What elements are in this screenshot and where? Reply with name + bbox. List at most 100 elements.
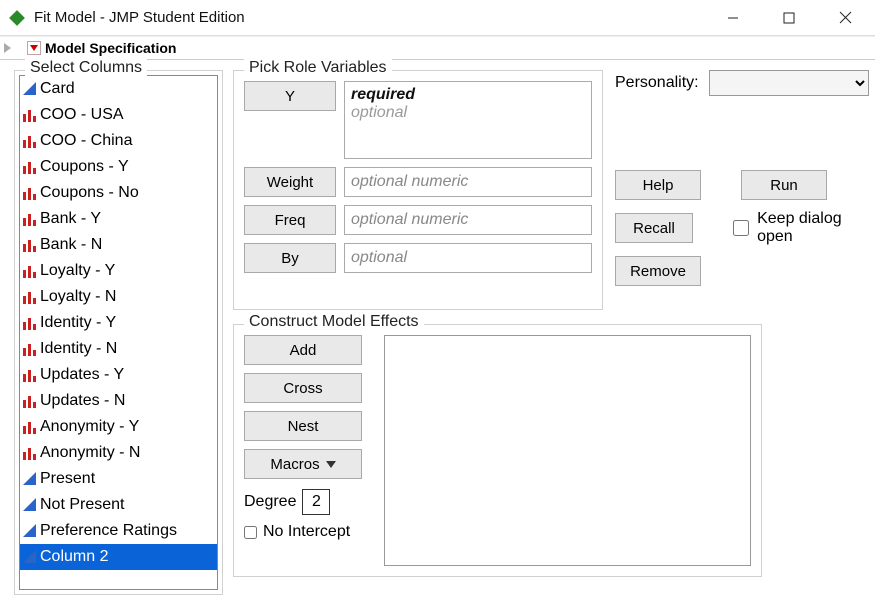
outline-header[interactable]: Model Specification [0, 36, 875, 60]
keep-open-checkbox[interactable] [733, 219, 749, 237]
window-title: Fit Model - JMP Student Edition [34, 9, 705, 26]
close-button[interactable] [817, 0, 873, 36]
nominal-icon [22, 367, 38, 383]
column-item[interactable]: COO - China [20, 128, 217, 154]
weight-button[interactable]: Weight [244, 167, 336, 197]
column-item[interactable]: Bank - N [20, 232, 217, 258]
ordinal-icon [22, 471, 38, 487]
column-item[interactable]: Column 2 [20, 544, 217, 570]
column-item[interactable]: Coupons - No [20, 180, 217, 206]
outline-title: Model Specification [45, 40, 176, 56]
column-item[interactable]: Updates - Y [20, 362, 217, 388]
column-item[interactable]: Anonymity - N [20, 440, 217, 466]
select-columns-legend: Select Columns [25, 59, 147, 77]
column-item-label: COO - China [40, 132, 132, 150]
effects-listbox[interactable] [384, 335, 751, 566]
column-item-label: Bank - Y [40, 210, 101, 228]
column-item-label: Bank - N [40, 236, 102, 254]
column-item[interactable]: Identity - Y [20, 310, 217, 336]
run-button[interactable]: Run [741, 170, 827, 200]
column-item-label: Identity - Y [40, 314, 116, 332]
nominal-icon [22, 341, 38, 357]
nest-button[interactable]: Nest [244, 411, 362, 441]
help-button[interactable]: Help [615, 170, 701, 200]
no-intercept-label: No Intercept [263, 523, 350, 541]
column-item[interactable]: Present [20, 466, 217, 492]
nominal-icon [22, 315, 38, 331]
select-columns-group: Select Columns CardCOO - USACOO - ChinaC… [14, 70, 223, 595]
column-item[interactable]: Card [20, 76, 217, 102]
keep-open-label: Keep dialog open [757, 210, 869, 246]
y-optional-text: optional [351, 104, 407, 122]
titlebar: Fit Model - JMP Student Edition [0, 0, 875, 36]
column-item-label: Not Present [40, 496, 124, 514]
nominal-icon [22, 211, 38, 227]
weight-slot[interactable]: optional numeric [344, 167, 592, 197]
column-item[interactable]: Coupons - Y [20, 154, 217, 180]
disclosure-red-icon[interactable] [27, 41, 41, 55]
y-slot[interactable]: required optional [344, 81, 592, 159]
degree-input[interactable] [302, 489, 330, 515]
column-item-label: Column 2 [40, 548, 108, 566]
nominal-icon [22, 237, 38, 253]
column-item-label: Card [40, 80, 75, 98]
recall-button[interactable]: Recall [615, 213, 693, 243]
cross-button[interactable]: Cross [244, 373, 362, 403]
add-button[interactable]: Add [244, 335, 362, 365]
nominal-icon [22, 419, 38, 435]
column-item[interactable]: Preference Ratings [20, 518, 217, 544]
pick-role-group: Pick Role Variables Y required optional … [233, 70, 603, 310]
y-button[interactable]: Y [244, 81, 336, 111]
y-required-text: required [351, 86, 415, 104]
minimize-button[interactable] [705, 0, 761, 36]
construct-effects-legend: Construct Model Effects [244, 313, 424, 331]
ordinal-icon [22, 81, 38, 97]
by-button[interactable]: By [244, 243, 336, 273]
column-item-label: Coupons - Y [40, 158, 129, 176]
column-item-label: COO - USA [40, 106, 124, 124]
nominal-icon [22, 133, 38, 149]
freq-button[interactable]: Freq [244, 205, 336, 235]
column-item[interactable]: COO - USA [20, 102, 217, 128]
columns-listbox[interactable]: Card COO - USA COO - China Coupons - Y Coupo… [19, 75, 218, 590]
nominal-icon [22, 289, 38, 305]
pick-role-legend: Pick Role Variables [244, 59, 392, 77]
column-item[interactable]: Not Present [20, 492, 217, 518]
column-item-label: Present [40, 470, 95, 488]
ordinal-icon [22, 523, 38, 539]
maximize-button[interactable] [761, 0, 817, 36]
nominal-icon [22, 107, 38, 123]
column-item-label: Updates - Y [40, 366, 124, 384]
macros-button[interactable]: Macros [244, 449, 362, 479]
column-item[interactable]: Updates - N [20, 388, 217, 414]
ordinal-icon [22, 549, 38, 565]
column-item[interactable]: Loyalty - N [20, 284, 217, 310]
column-item-label: Updates - N [40, 392, 125, 410]
column-item-label: Loyalty - N [40, 288, 116, 306]
freq-slot[interactable]: optional numeric [344, 205, 592, 235]
column-item[interactable]: Bank - Y [20, 206, 217, 232]
no-intercept-checkbox[interactable] [244, 526, 257, 539]
column-item-label: Anonymity - N [40, 444, 140, 462]
ordinal-icon [22, 497, 38, 513]
column-item-label: Anonymity - Y [40, 418, 139, 436]
column-item[interactable]: Anonymity - Y [20, 414, 217, 440]
nominal-icon [22, 445, 38, 461]
by-slot[interactable]: optional [344, 243, 592, 273]
nominal-icon [22, 159, 38, 175]
column-item[interactable]: Loyalty - Y [20, 258, 217, 284]
app-icon [8, 9, 26, 27]
disclosure-gray-icon [4, 43, 11, 53]
remove-button[interactable]: Remove [615, 256, 701, 286]
nominal-icon [22, 393, 38, 409]
column-item[interactable]: Identity - N [20, 336, 217, 362]
personality-label: Personality: [615, 74, 699, 92]
degree-label: Degree [244, 493, 296, 511]
side-panel: Personality: Help Run Recall Keep dialog… [609, 70, 869, 310]
nominal-icon [22, 263, 38, 279]
construct-effects-group: Construct Model Effects Add Cross Nest M… [233, 324, 762, 577]
nominal-icon [22, 185, 38, 201]
column-item-label: Loyalty - Y [40, 262, 115, 280]
personality-select[interactable] [709, 70, 869, 96]
column-item-label: Preference Ratings [40, 522, 177, 540]
